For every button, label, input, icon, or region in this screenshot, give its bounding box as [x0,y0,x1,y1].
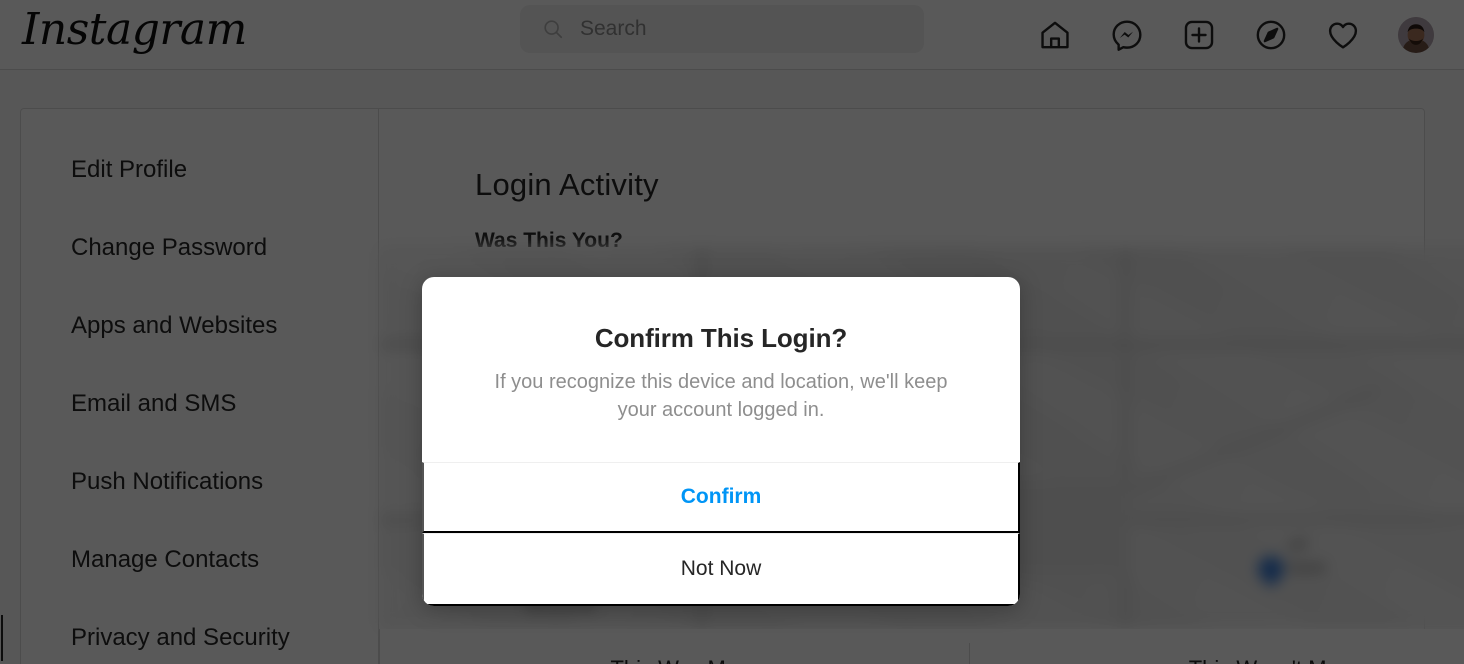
app-root: Instagram [0,0,1464,664]
confirm-button[interactable]: Confirm [422,462,1020,533]
not-now-button[interactable]: Not Now [422,533,1020,606]
dialog-title: Confirm This Login? [594,323,848,353]
dialog-body: Confirm This Login? If you recognize thi… [422,277,1020,462]
dialog-message: If you recognize this device and locatio… [494,371,948,421]
confirm-login-dialog: Confirm This Login? If you recognize thi… [422,277,1020,606]
